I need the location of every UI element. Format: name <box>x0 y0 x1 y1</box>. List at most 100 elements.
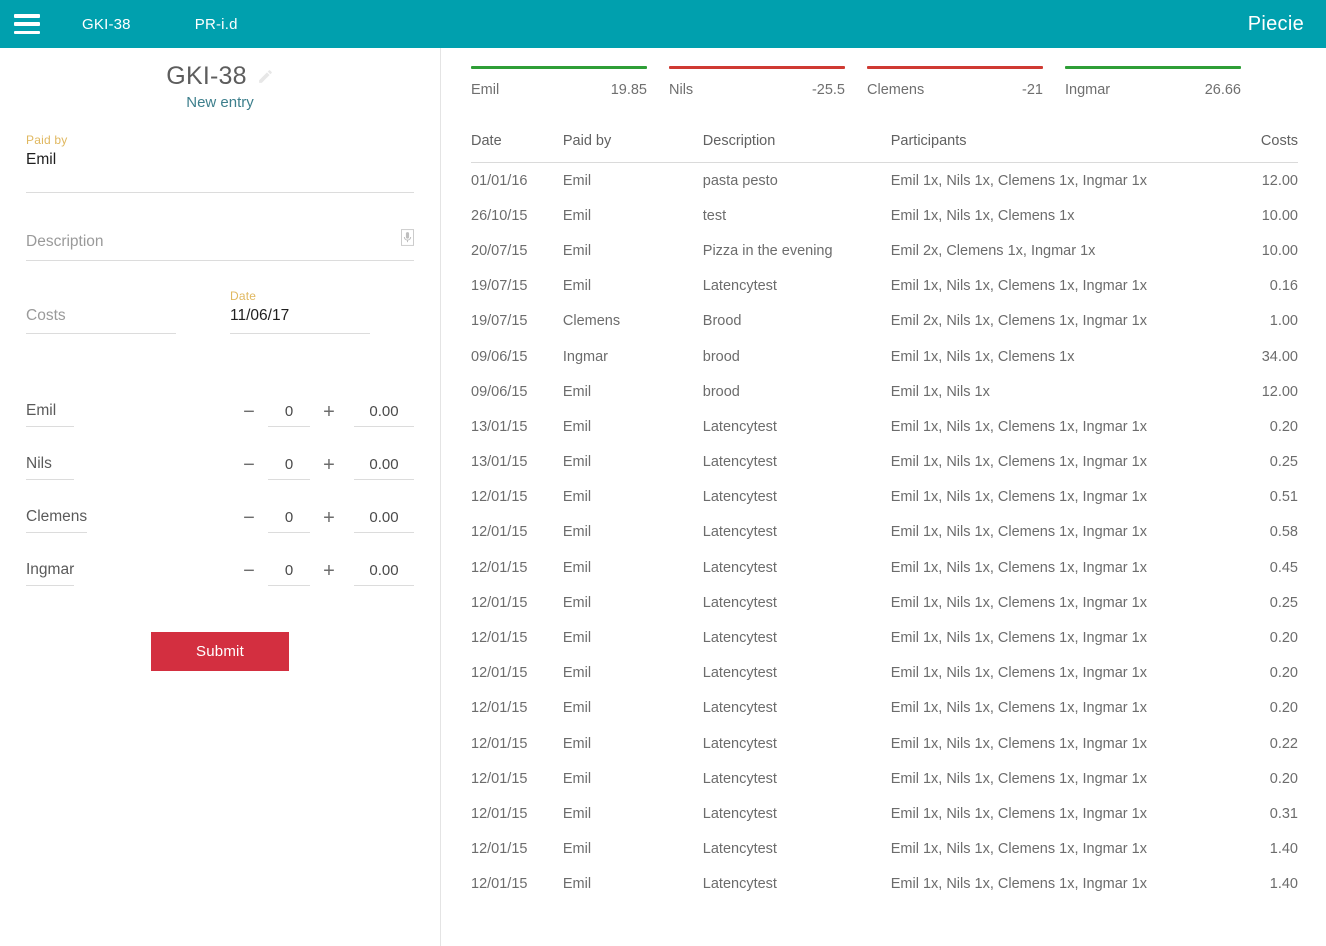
column-header-paid-by[interactable]: Paid by <box>563 133 703 163</box>
table-row[interactable]: 12/01/15EmilLatencytestEmil 1x, Nils 1x,… <box>471 656 1298 691</box>
increment-button[interactable]: + <box>318 562 340 586</box>
participant-count[interactable]: 0 <box>268 403 310 427</box>
entry-paid-by: Emil <box>563 198 703 233</box>
table-row[interactable]: 09/06/15IngmarbroodEmil 1x, Nils 1x, Cle… <box>471 339 1298 374</box>
table-row[interactable]: 20/07/15EmilPizza in the eveningEmil 2x,… <box>471 233 1298 268</box>
participant-row: Clemens − 0 + 0.00 <box>26 480 414 533</box>
decrement-button[interactable]: − <box>238 509 260 533</box>
hamburger-icon[interactable] <box>14 14 40 34</box>
table-row[interactable]: 12/01/15EmilLatencytestEmil 1x, Nils 1x,… <box>471 691 1298 726</box>
balance-name: Clemens <box>867 82 924 98</box>
balance-indicator-bar <box>867 66 1043 69</box>
costs-field[interactable]: Costs <box>26 289 176 334</box>
decrement-button[interactable]: − <box>238 403 260 427</box>
entry-paid-by: Emil <box>563 832 703 867</box>
description-field[interactable]: Description <box>26 229 414 261</box>
entry-date: 20/07/15 <box>471 233 563 268</box>
entry-participants: Emil 1x, Nils 1x, Clemens 1x, Ingmar 1x <box>891 796 1204 831</box>
table-row[interactable]: 13/01/15EmilLatencytestEmil 1x, Nils 1x,… <box>471 409 1298 444</box>
entry-participants: Emil 1x, Nils 1x, Clemens 1x, Ingmar 1x <box>891 761 1204 796</box>
table-row[interactable]: 09/06/15EmilbroodEmil 1x, Nils 1x12.00 <box>471 374 1298 409</box>
table-row[interactable]: 12/01/15EmilLatencytestEmil 1x, Nils 1x,… <box>471 726 1298 761</box>
table-row[interactable]: 12/01/15EmilLatencytestEmil 1x, Nils 1x,… <box>471 832 1298 867</box>
entry-date: 12/01/15 <box>471 656 563 691</box>
table-row[interactable]: 12/01/15EmilLatencytestEmil 1x, Nils 1x,… <box>471 515 1298 550</box>
balance-card: Nils -25.5 <box>669 66 867 98</box>
table-row[interactable]: 26/10/15EmiltestEmil 1x, Nils 1x, Clemen… <box>471 198 1298 233</box>
entry-description: Latencytest <box>703 480 891 515</box>
entry-date: 19/07/15 <box>471 304 563 339</box>
entry-date: 12/01/15 <box>471 620 563 655</box>
entry-description: brood <box>703 339 891 374</box>
participant-count[interactable]: 0 <box>268 562 310 586</box>
column-header-date[interactable]: Date <box>471 133 563 163</box>
entry-costs: 10.00 <box>1204 233 1298 268</box>
increment-button[interactable]: + <box>318 403 340 427</box>
entry-participants: Emil 1x, Nils 1x, Clemens 1x, Ingmar 1x <box>891 445 1204 480</box>
entry-description: Latencytest <box>703 550 891 585</box>
participant-amount[interactable]: 0.00 <box>354 509 414 533</box>
entry-date: 12/01/15 <box>471 515 563 550</box>
entry-costs: 12.00 <box>1204 163 1298 199</box>
entry-participants: Emil 1x, Nils 1x, Clemens 1x, Ingmar 1x <box>891 269 1204 304</box>
column-header-participants[interactable]: Participants <box>891 133 1204 163</box>
new-entry-link[interactable]: New entry <box>26 94 414 111</box>
entry-date: 12/01/15 <box>471 726 563 761</box>
balance-indicator-bar <box>471 66 647 69</box>
entry-date: 13/01/15 <box>471 445 563 480</box>
costs-date-row: Costs Date 11/06/17 <box>26 289 414 334</box>
increment-button[interactable]: + <box>318 456 340 480</box>
participant-amount[interactable]: 0.00 <box>354 456 414 480</box>
entry-participants: Emil 1x, Nils 1x, Clemens 1x, Ingmar 1x <box>891 832 1204 867</box>
participant-name: Ingmar <box>26 561 74 586</box>
description-placeholder: Description <box>26 232 104 252</box>
table-row[interactable]: 13/01/15EmilLatencytestEmil 1x, Nils 1x,… <box>471 445 1298 480</box>
balance-value: -25.5 <box>812 82 845 98</box>
table-row[interactable]: 12/01/15EmilLatencytestEmil 1x, Nils 1x,… <box>471 867 1298 902</box>
decrement-button[interactable]: − <box>238 562 260 586</box>
entry-date: 09/06/15 <box>471 339 563 374</box>
column-header-description[interactable]: Description <box>703 133 891 163</box>
decrement-button[interactable]: − <box>238 456 260 480</box>
entry-date: 13/01/15 <box>471 409 563 444</box>
date-field[interactable]: Date 11/06/17 <box>230 289 370 334</box>
column-header-costs[interactable]: Costs <box>1204 133 1298 163</box>
nav-link-secondary[interactable]: PR-i.d <box>195 16 238 33</box>
app-header: GKI-38 PR-i.d Piecie <box>0 0 1326 48</box>
entry-paid-by: Emil <box>563 691 703 726</box>
table-row[interactable]: 12/01/15EmilLatencytestEmil 1x, Nils 1x,… <box>471 620 1298 655</box>
entry-participants: Emil 1x, Nils 1x, Clemens 1x <box>891 339 1204 374</box>
participant-name: Emil <box>26 402 74 427</box>
nav-link-project[interactable]: GKI-38 <box>82 16 131 33</box>
entry-participants: Emil 2x, Nils 1x, Clemens 1x, Ingmar 1x <box>891 304 1204 339</box>
participant-count[interactable]: 0 <box>268 509 310 533</box>
entry-paid-by: Emil <box>563 620 703 655</box>
voice-input-icon[interactable] <box>401 229 414 251</box>
participant-count[interactable]: 0 <box>268 456 310 480</box>
increment-button[interactable]: + <box>318 509 340 533</box>
entry-costs: 0.20 <box>1204 691 1298 726</box>
table-row[interactable]: 19/07/15ClemensBroodEmil 2x, Nils 1x, Cl… <box>471 304 1298 339</box>
entry-participants: Emil 1x, Nils 1x, Clemens 1x, Ingmar 1x <box>891 656 1204 691</box>
table-row[interactable]: 12/01/15EmilLatencytestEmil 1x, Nils 1x,… <box>471 550 1298 585</box>
entry-costs: 1.40 <box>1204 867 1298 902</box>
entry-description: test <box>703 198 891 233</box>
entry-paid-by: Emil <box>563 409 703 444</box>
table-row[interactable]: 12/01/15EmilLatencytestEmil 1x, Nils 1x,… <box>471 761 1298 796</box>
table-row[interactable]: 12/01/15EmilLatencytestEmil 1x, Nils 1x,… <box>471 796 1298 831</box>
table-row[interactable]: 19/07/15EmilLatencytestEmil 1x, Nils 1x,… <box>471 269 1298 304</box>
pencil-icon[interactable] <box>257 68 274 85</box>
paid-by-field[interactable]: Paid by Emil <box>26 133 414 193</box>
entry-paid-by: Emil <box>563 374 703 409</box>
balance-name: Nils <box>669 82 693 98</box>
paid-by-label: Paid by <box>26 133 414 147</box>
table-row[interactable]: 12/01/15EmilLatencytestEmil 1x, Nils 1x,… <box>471 480 1298 515</box>
entry-description: Latencytest <box>703 761 891 796</box>
entries-panel: Emil 19.85 Nils -25.5 Clemens -21 <box>441 48 1326 946</box>
participant-amount[interactable]: 0.00 <box>354 403 414 427</box>
table-row[interactable]: 12/01/15EmilLatencytestEmil 1x, Nils 1x,… <box>471 585 1298 620</box>
table-row[interactable]: 01/01/16Emilpasta pestoEmil 1x, Nils 1x,… <box>471 163 1298 199</box>
submit-button[interactable]: Submit <box>151 632 289 671</box>
participant-amount[interactable]: 0.00 <box>354 562 414 586</box>
balance-summary: Emil 19.85 Nils -25.5 Clemens -21 <box>471 48 1298 98</box>
